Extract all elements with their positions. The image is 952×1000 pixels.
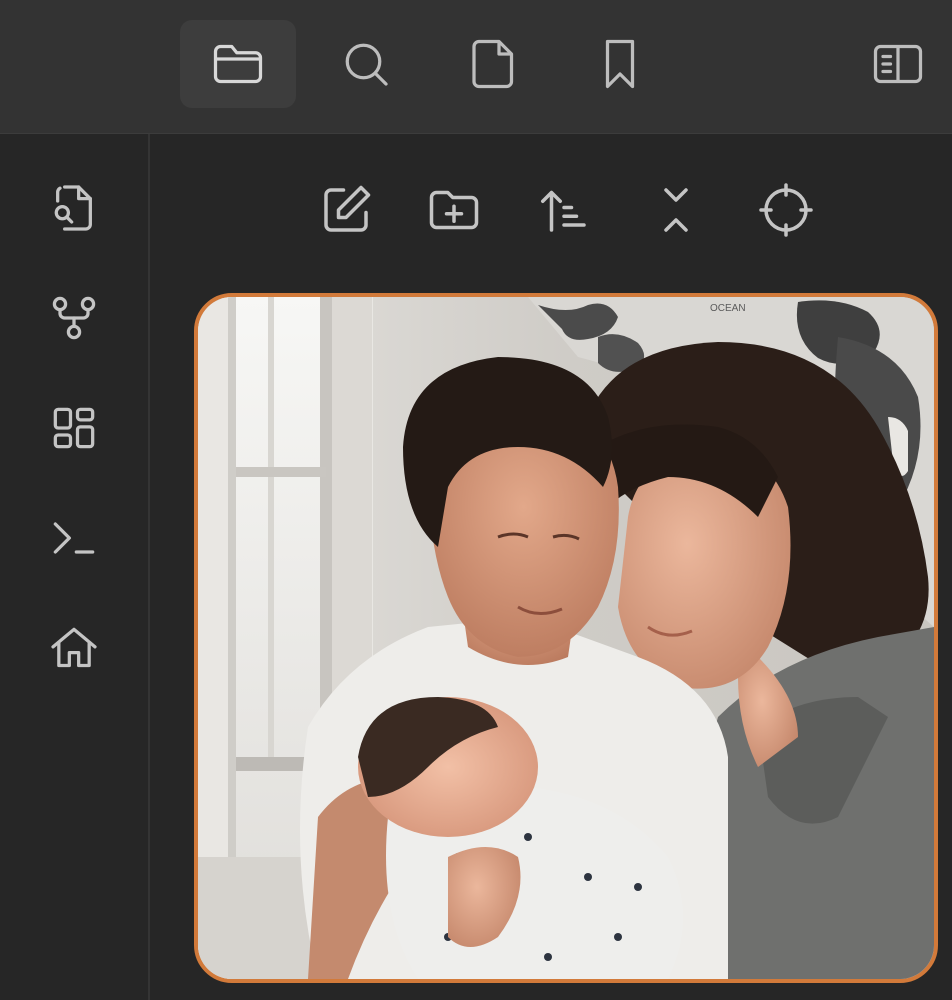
sidebar-toggle-icon — [873, 44, 923, 84]
app-window: OCEAN — [0, 0, 952, 1000]
collapse-all-button[interactable] — [640, 174, 712, 246]
folder-plus-icon — [429, 190, 479, 230]
terminal-icon — [53, 522, 95, 554]
left-ribbon — [0, 134, 150, 1000]
file-icon — [472, 39, 514, 89]
locate-icon — [759, 183, 813, 237]
quick-switcher-button[interactable] — [38, 172, 110, 244]
terminal-button[interactable] — [38, 502, 110, 574]
collapse-icon — [664, 188, 688, 232]
reveal-active-file-button[interactable] — [750, 174, 822, 246]
new-folder-button[interactable] — [418, 174, 490, 246]
search-tab-button[interactable] — [308, 20, 424, 108]
edit-icon — [324, 185, 371, 232]
search-icon — [345, 43, 388, 86]
git-fork-icon — [52, 296, 96, 340]
sidebar-toggle-button[interactable] — [840, 20, 952, 108]
family-photo: OCEAN — [198, 297, 934, 979]
folder-icon — [213, 44, 263, 84]
home-button[interactable] — [38, 612, 110, 684]
bookmarks-tab-button[interactable] — [562, 20, 678, 108]
map-ocean-label: OCEAN — [710, 303, 746, 314]
family-photo-image[interactable]: OCEAN — [194, 293, 938, 983]
top-tab-bar — [0, 0, 952, 134]
bookmark-icon — [605, 39, 635, 89]
files-tab-button[interactable] — [180, 20, 296, 108]
sort-button[interactable] — [528, 174, 600, 246]
new-note-button[interactable] — [310, 174, 382, 246]
canvas-button[interactable] — [38, 392, 110, 464]
file-search-icon — [54, 185, 92, 231]
graph-view-button[interactable] — [38, 282, 110, 354]
layout-dashboard-icon — [53, 407, 95, 449]
home-icon — [51, 627, 97, 668]
file-explorer-toolbar — [152, 134, 952, 284]
file-tab-button[interactable] — [436, 20, 552, 108]
sort-icon — [541, 190, 586, 232]
